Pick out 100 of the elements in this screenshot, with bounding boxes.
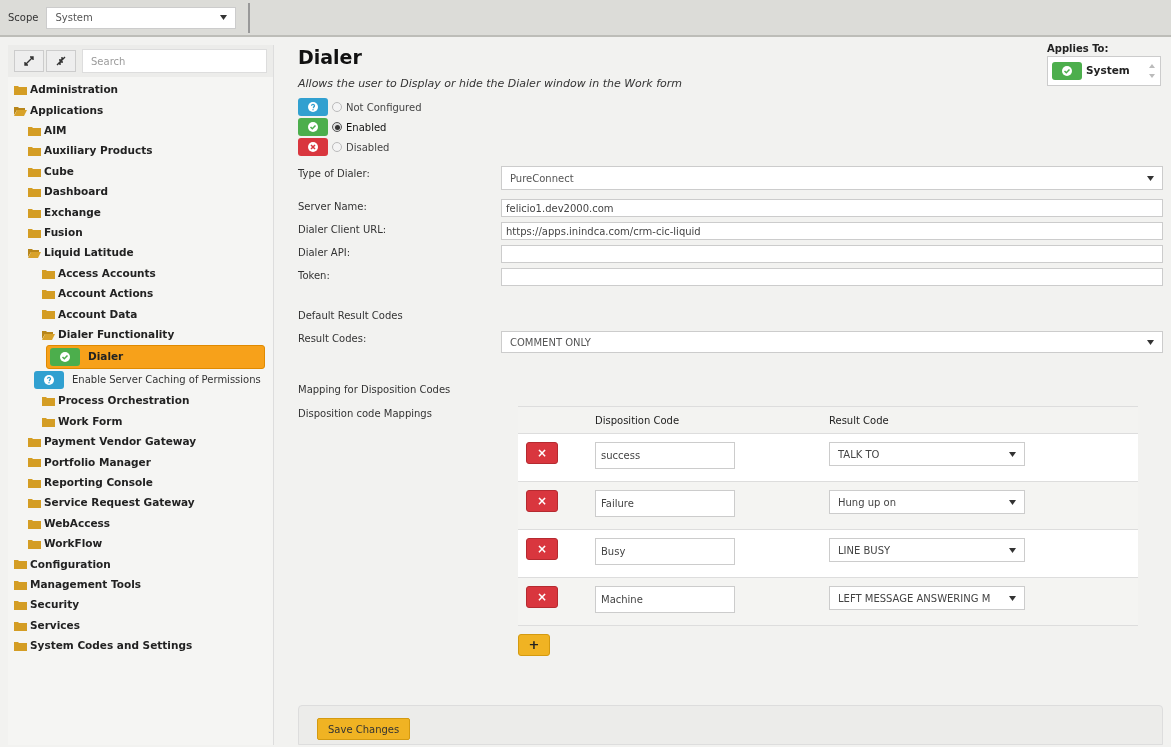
tree-folder[interactable]: WorkFlow <box>12 533 273 555</box>
expand-icon <box>24 56 34 66</box>
radio-button[interactable] <box>332 102 342 112</box>
remove-row-button[interactable]: × <box>526 442 558 464</box>
folder-icon <box>42 309 55 320</box>
remove-row-button[interactable]: × <box>526 538 558 560</box>
collapse-all-button[interactable] <box>46 50 76 72</box>
folder-icon <box>14 620 27 631</box>
tree-folder[interactable]: System Codes and Settings <box>12 635 273 657</box>
result-code-dropdown[interactable]: LINE BUSY <box>829 538 1025 562</box>
tree-folder[interactable]: Reporting Console <box>12 472 273 494</box>
section-label: Mapping for Disposition Codes <box>298 383 452 397</box>
radio-label[interactable]: Enabled <box>346 119 387 135</box>
tree-folder[interactable]: Service Request Gateway <box>12 493 273 514</box>
folder-icon <box>28 437 41 448</box>
search-field[interactable]: Search <box>82 49 267 73</box>
result-code-dropdown[interactable]: TALK TO <box>829 442 1025 466</box>
tree-folder[interactable]: Dialer Functionality <box>12 324 273 346</box>
folder-icon <box>28 166 41 177</box>
caret-icon <box>1147 175 1154 181</box>
result-code-dropdown[interactable]: LEFT MESSAGE ANSWERING M <box>829 586 1025 610</box>
column-header: Result Code <box>829 413 889 428</box>
caret-icon <box>1009 499 1016 505</box>
radio-button[interactable] <box>332 142 342 152</box>
radio-label[interactable]: Not Configured <box>346 99 422 115</box>
save-changes-button[interactable]: Save Changes <box>317 718 411 740</box>
disposition-code-field[interactable]: success <box>595 442 735 469</box>
open-folder-icon <box>14 105 27 116</box>
check-circle-icon <box>59 351 71 364</box>
radio-label[interactable]: Disabled <box>346 139 390 155</box>
tree-setting[interactable]: Enable Server Caching of Permissions <box>34 369 273 392</box>
disposition-code-field[interactable]: Machine <box>595 586 735 613</box>
field-label: Result Codes: <box>298 332 368 346</box>
caret-icon <box>1009 451 1016 457</box>
tree-folder[interactable]: Management Tools <box>12 574 273 595</box>
tree-folder[interactable]: Exchange <box>12 202 273 223</box>
tree-folder[interactable]: AIM <box>12 120 273 142</box>
tree-folder[interactable]: Cube <box>12 161 273 182</box>
folder-icon <box>14 600 27 611</box>
tree-folder[interactable]: Access Accounts <box>12 263 273 284</box>
page-description: Allows the user to Display or hide the Dialer window in the Work form <box>298 75 683 92</box>
result-codes-dropdown[interactable]: COMMENT ONLY <box>501 331 1163 353</box>
tree-folder[interactable]: Account Data <box>12 304 273 325</box>
column-header: Disposition Code <box>595 413 681 428</box>
radio-button[interactable] <box>332 122 342 132</box>
folder-icon <box>28 498 41 509</box>
disposition-code-field[interactable]: Busy <box>595 538 735 565</box>
section-label: Default Result Codes <box>298 309 404 323</box>
text-field[interactable]: https://apps.inindca.com/crm-cic-liquid <box>501 222 1163 240</box>
add-button[interactable]: + <box>518 634 550 656</box>
folder-icon <box>28 457 41 468</box>
tree-folder[interactable]: Work Form <box>12 411 273 432</box>
field-label: Token: <box>298 269 331 283</box>
tree-folder[interactable]: Process Orchestration <box>12 391 273 412</box>
tree-folder[interactable]: Security <box>12 595 273 616</box>
tree-folder[interactable]: Portfolio Manager <box>12 452 273 473</box>
result-code-dropdown[interactable]: Hung up on <box>829 490 1025 514</box>
question-circle-icon <box>307 101 319 113</box>
expand-all-button[interactable] <box>14 50 44 72</box>
remove-row-button[interactable]: × <box>526 586 558 608</box>
text-field[interactable] <box>501 268 1163 286</box>
field-label: Server Name: <box>298 200 368 214</box>
tree-folder[interactable]: Services <box>12 615 273 636</box>
tree-folder[interactable]: Account Actions <box>12 283 273 305</box>
tree-folder[interactable]: Configuration <box>12 554 273 575</box>
folder-icon <box>14 640 27 651</box>
page-title: Dialer <box>298 45 363 70</box>
applies-to-item: System <box>1086 63 1131 79</box>
tree-folder[interactable]: Applications <box>12 100 273 121</box>
field-label: Dialer API: <box>298 246 352 260</box>
tree-setting[interactable]: Dialer <box>46 345 265 370</box>
disposition-code-field[interactable]: Failure <box>595 490 735 517</box>
folder-icon <box>28 518 41 529</box>
text-field[interactable]: felicio1.dev2000.com <box>501 199 1163 217</box>
folder-icon <box>28 187 41 198</box>
tree-folder[interactable]: Administration <box>12 80 273 101</box>
text-field[interactable] <box>501 245 1163 263</box>
tree-folder[interactable]: Liquid Latitude <box>12 243 273 264</box>
tree-folder[interactable]: Fusion <box>12 222 273 244</box>
applies-to-label: Applies To: <box>1047 42 1110 56</box>
folder-icon <box>42 268 55 279</box>
field-label: Type of Dialer: <box>298 167 371 181</box>
tree-folder[interactable]: Dashboard <box>12 181 273 203</box>
open-folder-icon <box>42 329 55 340</box>
scope-dropdown[interactable]: System <box>46 6 237 29</box>
dialer-type-dropdown[interactable]: PureConnect <box>501 166 1163 190</box>
folder-icon <box>42 289 55 300</box>
tree-folder[interactable]: Payment Vendor Gateway <box>12 431 273 453</box>
folder-icon <box>14 579 27 590</box>
remove-row-button[interactable]: × <box>526 490 558 512</box>
field-label: Disposition code Mappings <box>298 407 433 421</box>
tree-folder[interactable]: Auxiliary Products <box>12 141 273 162</box>
folder-icon <box>28 477 41 488</box>
tree-folder[interactable]: WebAccess <box>12 513 273 534</box>
folder-icon <box>28 227 41 238</box>
folder-icon <box>28 146 41 157</box>
field-label: Dialer Client URL: <box>298 223 388 237</box>
caret-icon <box>220 15 228 20</box>
x-circle-icon <box>307 141 319 153</box>
collapse-icon <box>56 56 66 66</box>
